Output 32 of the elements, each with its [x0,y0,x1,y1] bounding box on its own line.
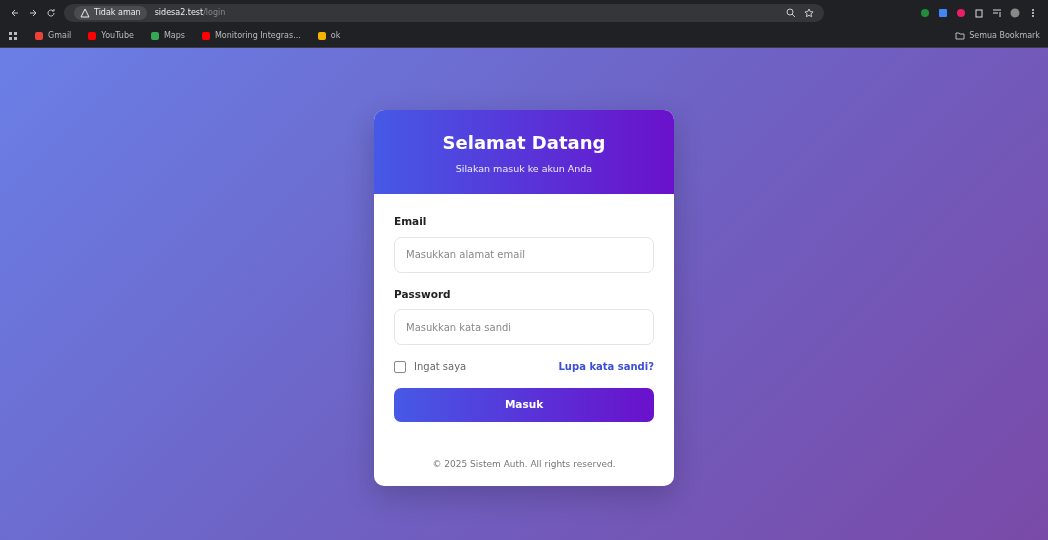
checkbox-label[interactable]: Ingat saya [414,359,467,375]
url-path: /login [203,7,226,17]
bookmark[interactable]: YouTube [87,30,134,42]
checkbox[interactable] [394,360,406,373]
footer-text: © 2025 Sistem Auth. All rights reserved. [431,458,617,472]
zoom-icon[interactable] [786,7,796,18]
folder-icon [955,31,966,41]
field-label: Password [394,286,451,302]
back-icon[interactable] [10,7,20,18]
input-field[interactable]: Masukkan kata sandi [394,309,654,346]
warning-icon [80,7,90,18]
all-bookmarks-link[interactable]: Semua Bookmark [969,30,1040,42]
field-label: Email [394,213,427,229]
extension-icon[interactable] [938,7,948,18]
apps-icon[interactable] [8,31,18,41]
star-icon[interactable] [804,7,814,18]
bookmark[interactable]: Maps [149,30,185,42]
extension-icon[interactable] [920,7,930,18]
address-bar[interactable]: Tidak aman sidesa2.test/login [64,3,824,22]
bookmark[interactable]: Monitoring Integras... [200,30,301,42]
security-label: Tidak aman [94,6,141,19]
login-button[interactable]: Masuk [394,388,654,423]
reload-icon[interactable] [46,7,56,18]
subtitle: Silakan masuk ke akun Anda [454,161,594,176]
forgot-password-link[interactable]: Lupa kata sandi? [558,359,654,375]
forward-icon[interactable] [28,7,38,18]
bookmark[interactable]: ok [316,30,341,42]
bookmark[interactable]: Gmail [34,30,72,42]
title: Selamat Datang [441,132,607,154]
avatar-icon[interactable] [1010,7,1020,18]
input-field[interactable]: Masukkan alamat email [394,236,654,273]
extension-icon[interactable] [956,7,966,18]
